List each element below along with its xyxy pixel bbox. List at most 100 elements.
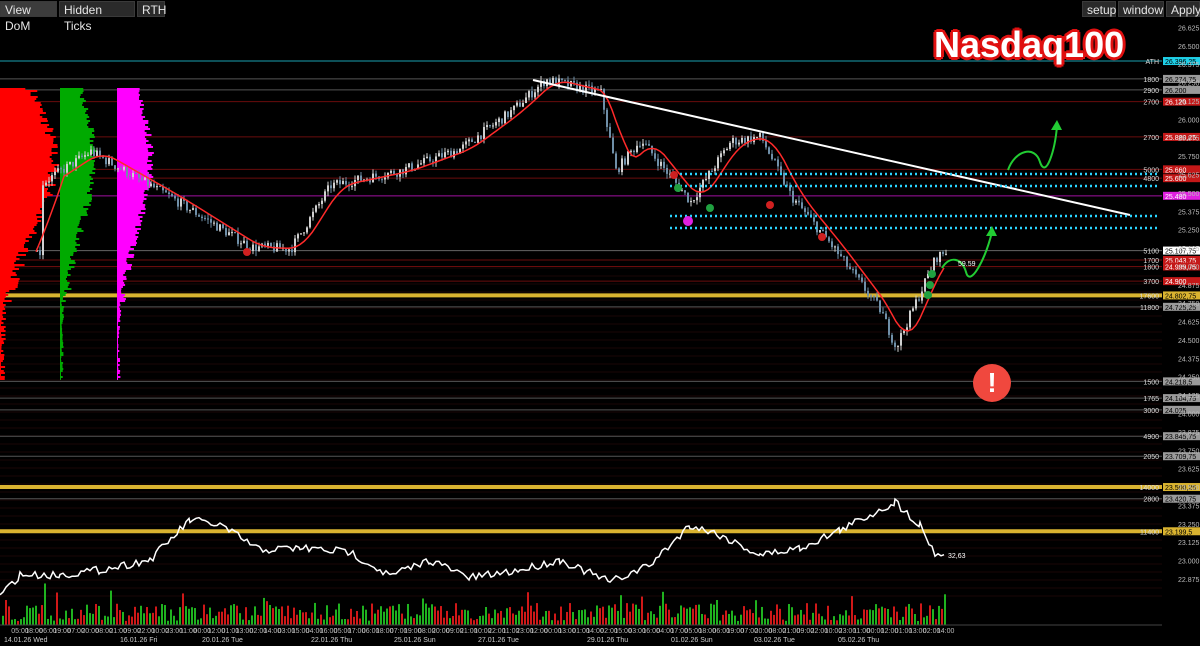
volume-bar [17, 620, 19, 625]
profile-bar [60, 290, 65, 292]
profile-bar [0, 312, 7, 314]
profile-bar [60, 190, 91, 192]
price-tick-label: 26.625 [1178, 25, 1200, 32]
volume-bar [239, 613, 241, 625]
profile-bar [117, 364, 120, 366]
volume-bar [440, 606, 442, 625]
profile-bar [0, 162, 52, 164]
profile-bar [117, 310, 122, 312]
profile-bar [0, 330, 6, 332]
candle-body [48, 181, 50, 183]
profile-bar [0, 300, 12, 302]
profile-bar [117, 218, 140, 220]
candle-body [342, 181, 344, 185]
candle-body [495, 122, 497, 126]
price-tick-label: 23.375 [1178, 503, 1200, 510]
volume-bar [113, 617, 115, 625]
profile-bar [60, 278, 66, 280]
level-left-label: 4800 [1143, 176, 1159, 183]
volume-bar [272, 608, 274, 625]
volume-bar [170, 609, 172, 625]
alert-icon[interactable]: ! [973, 364, 1011, 402]
volume-bar [80, 609, 82, 625]
volume-bar [728, 613, 730, 625]
candle-body [66, 163, 68, 173]
profile-bar [117, 146, 154, 148]
profile-bar [60, 256, 71, 258]
price-chart[interactable]: 26.396,25ATH26.274,75180026.200290026.12… [0, 0, 1200, 646]
volume-bar [632, 603, 634, 625]
view-dom-button[interactable]: View DoM [0, 1, 57, 33]
price-tick-label: 24.625 [1178, 320, 1200, 327]
profile-bar [117, 202, 143, 204]
candle-body [69, 161, 71, 164]
profile-bar [117, 248, 134, 250]
volume-bar [242, 619, 244, 625]
profile-bar [60, 168, 96, 170]
profile-bar [60, 270, 68, 272]
volume-bar [404, 618, 406, 625]
profile-bar [0, 158, 52, 160]
profile-bar [60, 222, 80, 224]
profile-bar [60, 232, 78, 234]
price-tick-label: 23.125 [1178, 540, 1200, 547]
setup-button[interactable]: setup [1082, 1, 1116, 17]
profile-bar [0, 338, 6, 340]
profile-bar [0, 100, 35, 102]
rth-button[interactable]: RTH [137, 1, 166, 17]
profile-bar [117, 94, 140, 96]
profile-bar [117, 92, 139, 94]
profile-bar [0, 122, 41, 124]
volume-bar [815, 603, 817, 625]
volume-bar [452, 615, 454, 625]
hidden-ticks-button[interactable]: Hidden Ticks [59, 1, 135, 33]
volume-bar [419, 615, 421, 625]
profile-bar [60, 188, 93, 190]
candle-body [321, 200, 323, 205]
profile-bar [117, 280, 124, 282]
profile-bar [0, 92, 31, 94]
profile-bar [117, 114, 142, 116]
profile-bar [0, 168, 57, 170]
volume-bar [542, 616, 544, 625]
volume-bar [629, 611, 631, 625]
profile-bar [117, 232, 139, 234]
profile-bar [0, 238, 26, 240]
candle-body [75, 158, 77, 167]
profile-bar [117, 276, 127, 278]
volume-bar [830, 619, 832, 625]
volume-bar [287, 605, 289, 625]
volume-bar [713, 604, 715, 625]
volume-bar [347, 619, 349, 625]
profile-bar [0, 364, 1, 366]
profile-bar [60, 354, 64, 356]
profile-bar [117, 234, 136, 236]
candle-body [717, 157, 719, 169]
volume-bar [512, 613, 514, 625]
profile-bar [0, 208, 41, 210]
candle-body [228, 232, 230, 236]
volume-profiles [0, 88, 154, 380]
apply-button[interactable]: Apply [1166, 1, 1200, 17]
level-left-label: 1800 [1143, 77, 1159, 84]
candle-body [648, 143, 650, 146]
volume-bar [467, 610, 469, 625]
candle-body [840, 254, 842, 257]
volume-bar [662, 591, 664, 625]
candle-body [84, 155, 86, 157]
profile-bar [60, 202, 90, 204]
profile-bar [0, 358, 5, 360]
profile-bar [60, 118, 87, 120]
candle-body [552, 77, 554, 84]
profile-bar [60, 350, 62, 352]
volume-bar [263, 597, 265, 625]
volume-bar [233, 604, 235, 625]
volume-bar [443, 617, 445, 625]
volume-bar [161, 604, 163, 625]
volume-bar [551, 620, 553, 625]
candle-body [54, 171, 56, 176]
profile-bar [0, 352, 1, 354]
window-button[interactable]: window [1118, 1, 1164, 17]
volume-bar [938, 605, 940, 625]
volume-bar [767, 618, 769, 625]
